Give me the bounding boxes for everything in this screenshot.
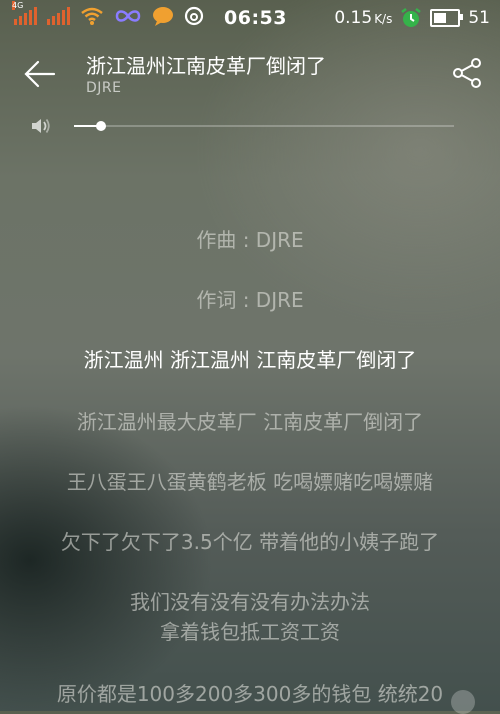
lyric-line: 作曲 : DJRE: [196, 228, 304, 252]
player-header: 浙江温州江南皮革厂倒闭了 DJRE: [0, 40, 500, 110]
status-icons-left: 4G: [12, 1, 204, 26]
battery-level: [434, 13, 446, 23]
battery-percent: 51: [468, 8, 490, 28]
volume-slider-handle[interactable]: [95, 121, 106, 131]
lyric-line: 欠下了欠下了3.5个亿 带着他的小姨子跑了: [60, 530, 440, 554]
lyric-line: 拿着钱包抵工资工资: [160, 620, 340, 644]
status-icons-right: 0.15 K/s 51: [334, 7, 490, 29]
song-title: 浙江温州江南皮革厂倒闭了: [86, 54, 326, 78]
artist-name[interactable]: DJRE: [86, 80, 121, 96]
lyric-line: 我们没有没有没有办法办法: [130, 590, 370, 614]
share-icon[interactable]: [450, 56, 484, 90]
network-speed: 0.15 K/s: [334, 8, 393, 28]
more-icon[interactable]: [451, 690, 475, 714]
back-arrow-icon[interactable]: [20, 54, 60, 94]
lyric-line: 原价都是100多200多300多的钱包 统统20: [56, 682, 444, 706]
chat-bubble-icon: [153, 7, 173, 26]
network-type-label: 4G: [12, 1, 24, 10]
status-bar: 4G 06:53 0.15 K/s 51: [0, 0, 500, 36]
signal-icon: [47, 7, 70, 25]
lyric-line: 作词 : DJRE: [196, 288, 304, 312]
lyric-line: 王八蛋王八蛋黄鹤老板 吃喝嫖赌吃喝嫖赌: [66, 470, 434, 494]
clock: 06:53: [224, 7, 287, 29]
lyric-line-current: 浙江温州 浙江温州 江南皮革厂倒闭了: [83, 348, 417, 372]
speaker-icon[interactable]: [30, 116, 52, 136]
volume-slider[interactable]: [74, 121, 454, 131]
wifi-icon: [81, 7, 103, 25]
volume-control: [0, 112, 500, 140]
netease-icon: [184, 6, 204, 26]
infinity-icon: [115, 10, 141, 22]
signal-icon: 4G: [12, 1, 37, 25]
battery-icon: [430, 9, 464, 27]
lyric-line: 浙江温州最大皮革厂 江南皮革厂倒闭了: [76, 410, 424, 434]
alarm-icon: [401, 8, 422, 27]
